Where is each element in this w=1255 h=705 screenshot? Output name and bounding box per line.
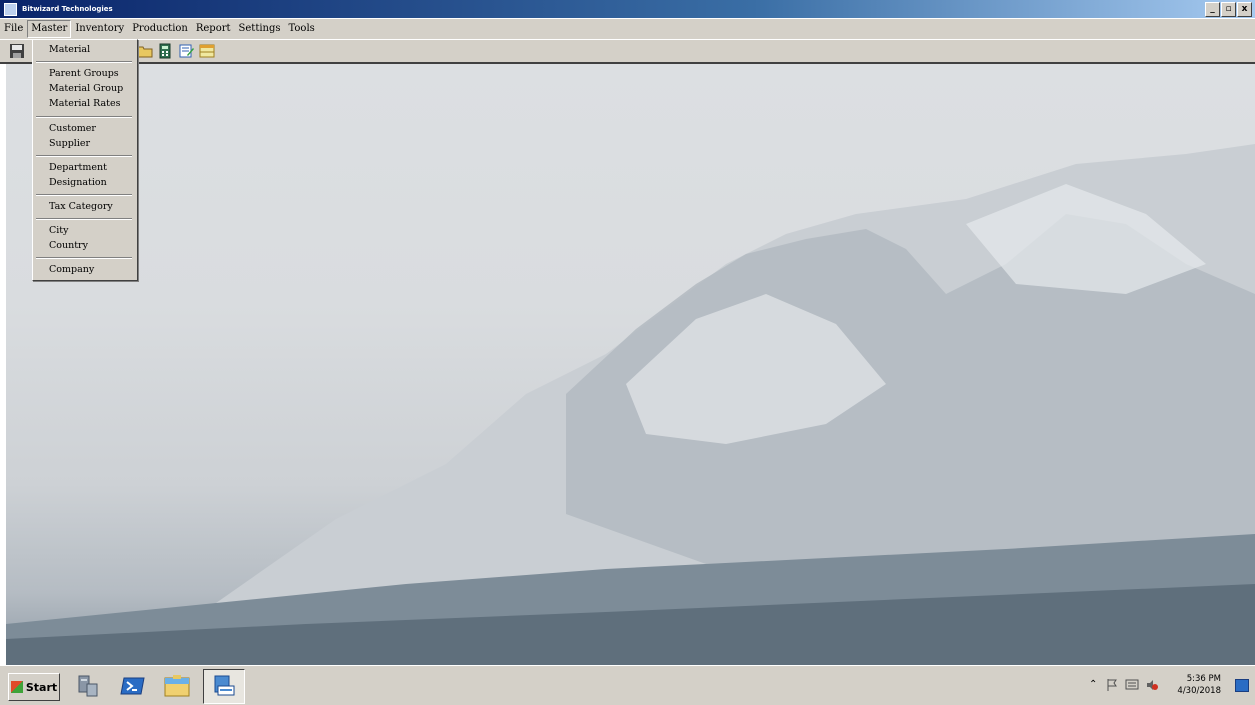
menu-inventory[interactable]: Inventory (71, 21, 128, 37)
menu-bar: File Master Inventory Production Report … (0, 19, 1255, 39)
server-manager-icon[interactable] (72, 672, 102, 700)
calendar-icon[interactable] (199, 43, 215, 59)
menu-separator (36, 155, 132, 157)
menu-item-designation[interactable]: Designation (49, 177, 107, 188)
toolbar (0, 40, 1255, 64)
notepad-icon[interactable] (178, 43, 194, 59)
save-icon[interactable] (9, 43, 25, 59)
volume-muted-icon[interactable] (1145, 678, 1159, 692)
menu-item-customer[interactable]: Customer (49, 123, 96, 134)
menu-separator (36, 218, 132, 220)
desktop-wallpaper (6, 64, 1255, 665)
menu-production[interactable]: Production (128, 21, 192, 37)
close-button[interactable]: x (1237, 2, 1252, 17)
action-center-flag-icon[interactable] (1105, 678, 1119, 692)
menu-item-city[interactable]: City (49, 225, 69, 236)
file-explorer-icon[interactable] (162, 672, 192, 700)
restore-button[interactable]: ▫ (1221, 2, 1236, 17)
taskbar: Start ⌃ 5:36 PM 4/30/2018 (0, 665, 1255, 705)
menu-item-material-rates[interactable]: Material Rates (49, 98, 120, 109)
title-bar: Bitwizard Technologies _ ▫ x (0, 0, 1255, 18)
menu-item-department[interactable]: Department (49, 162, 107, 173)
menu-file[interactable]: File (0, 21, 27, 37)
menu-item-company[interactable]: Company (49, 264, 94, 275)
master-dropdown-menu: Material Parent Groups Material Group Ma… (32, 39, 138, 281)
menu-item-material-group[interactable]: Material Group (49, 83, 123, 94)
minimize-button[interactable]: _ (1205, 2, 1220, 17)
app-task-icon (214, 675, 235, 696)
menu-item-tax-category[interactable]: Tax Category (49, 201, 113, 212)
app-icon (4, 2, 17, 16)
menu-separator (36, 61, 132, 63)
powershell-icon[interactable] (118, 672, 148, 700)
windows-flag-icon (10, 681, 23, 693)
clock[interactable]: 5:36 PM 4/30/2018 (1169, 673, 1221, 697)
menu-item-country[interactable]: Country (49, 240, 88, 251)
window-title: Bitwizard Technologies (22, 5, 113, 13)
network-icon[interactable] (1125, 678, 1139, 692)
menu-item-parent-groups[interactable]: Parent Groups (49, 68, 119, 79)
system-tray: ⌃ 5:36 PM 4/30/2018 (1085, 670, 1255, 702)
folder-icon[interactable] (137, 43, 153, 59)
mountain-landscape (6, 144, 1255, 665)
menu-master[interactable]: Master (27, 20, 72, 38)
menu-separator (36, 257, 132, 259)
menu-item-material[interactable]: Material (49, 44, 90, 55)
clock-date: 4/30/2018 (1177, 686, 1221, 696)
menu-tools[interactable]: Tools (285, 21, 319, 37)
start-label: Start (25, 680, 58, 694)
window-controls: _ ▫ x (1205, 2, 1252, 17)
show-hidden-icons-icon[interactable]: ⌃ (1089, 679, 1097, 690)
start-button[interactable]: Start (8, 673, 60, 701)
menu-item-supplier[interactable]: Supplier (49, 138, 90, 149)
menu-separator (36, 194, 132, 196)
show-desktop-icon[interactable] (1235, 679, 1249, 692)
menu-report[interactable]: Report (192, 21, 235, 37)
calculator-icon[interactable] (157, 43, 173, 59)
active-app-task[interactable] (203, 669, 245, 704)
clock-time: 5:36 PM (1186, 674, 1221, 684)
menu-separator (36, 116, 132, 118)
menu-settings[interactable]: Settings (235, 21, 285, 37)
